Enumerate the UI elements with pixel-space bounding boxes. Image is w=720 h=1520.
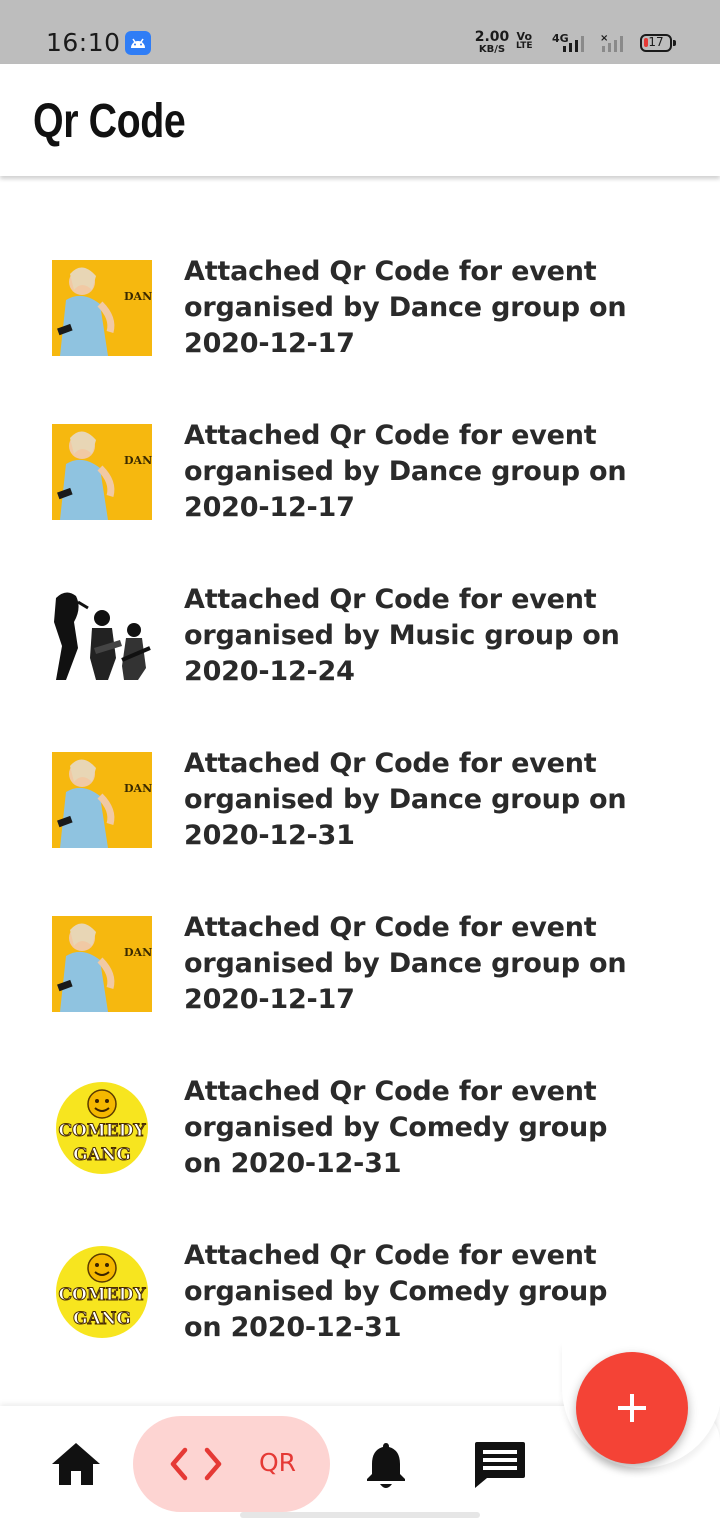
network-speed: 2.00 KB/S bbox=[474, 30, 510, 55]
bell-icon bbox=[367, 1443, 405, 1488]
list-item-text: Attached Qr Code for event organised by … bbox=[184, 1076, 608, 1179]
list-item-text: Attached Qr Code for event organised by … bbox=[184, 584, 620, 687]
qr-code-list[interactable]: DAN TE NAM Attached Qr Code for event or… bbox=[0, 176, 720, 1406]
music-band-thumbnail bbox=[52, 588, 152, 684]
network-speed-value: 2.00 bbox=[474, 29, 510, 45]
dance-poster-text: DAN TE NAM bbox=[124, 782, 152, 795]
list-item[interactable]: COMEDY GANG Attached Qr Code for event o… bbox=[0, 1068, 720, 1232]
list-item[interactable]: DAN TE NAM Attached Qr Code for event or… bbox=[0, 412, 720, 576]
comedy-gang-thumbnail: COMEDY GANG bbox=[52, 1080, 152, 1176]
battery-icon: 17 bbox=[640, 34, 676, 52]
dance-poster-text: DAN TE NAM bbox=[124, 454, 152, 467]
list-item-text: Attached Qr Code for event organised by … bbox=[184, 912, 627, 1015]
comedy-gang-thumbnail: COMEDY GANG bbox=[52, 1244, 152, 1340]
network-type-label: 4G bbox=[552, 32, 569, 45]
comedy-logo-text-bottom: GANG bbox=[73, 1309, 131, 1329]
comedy-logo-text-bottom: GANG bbox=[73, 1145, 131, 1165]
page-title: Qr Code bbox=[33, 95, 186, 148]
gesture-bar[interactable] bbox=[240, 1512, 480, 1518]
nav-qr-button[interactable]: QR bbox=[133, 1416, 330, 1512]
comedy-logo-text-top: COMEDY bbox=[59, 1121, 147, 1141]
android-notification-icon bbox=[125, 31, 151, 55]
nav-qr-label: QR bbox=[259, 1448, 297, 1477]
signal-no-service-icon: × bbox=[600, 32, 630, 59]
list-item-text: Attached Qr Code for event organised by … bbox=[184, 1240, 608, 1343]
list-item[interactable]: Attached Qr Code for event organised by … bbox=[0, 576, 720, 740]
battery-tip bbox=[673, 40, 676, 46]
add-button[interactable] bbox=[576, 1352, 688, 1464]
battery-fill bbox=[644, 38, 648, 47]
plus-icon bbox=[618, 1394, 646, 1422]
app-bar: Qr Code bbox=[0, 64, 720, 176]
network-speed-unit: KB/S bbox=[478, 44, 506, 55]
signal-strength-icon: 4G bbox=[552, 32, 592, 59]
dance-poster-thumbnail: DAN TE NAM bbox=[52, 916, 152, 1012]
list-item-text: Attached Qr Code for event organised by … bbox=[184, 256, 627, 359]
code-icon bbox=[169, 1446, 223, 1487]
list-item[interactable]: DAN TE NAM Attached Qr Code for event or… bbox=[0, 248, 720, 412]
chat-icon bbox=[475, 1442, 525, 1488]
list-item-text: Attached Qr Code for event organised by … bbox=[184, 748, 627, 851]
list-item[interactable]: DAN TE NAM Attached Qr Code for event or… bbox=[0, 740, 720, 904]
dance-poster-thumbnail: DAN TE NAM bbox=[52, 424, 152, 520]
dance-poster-thumbnail: DAN TE NAM bbox=[52, 260, 152, 356]
dance-poster-text: DAN TE NAM bbox=[124, 290, 152, 303]
status-time: 16:10 bbox=[46, 28, 121, 57]
nav-messages-button[interactable] bbox=[473, 1440, 527, 1495]
battery-level: 17 bbox=[648, 35, 664, 49]
dance-poster-thumbnail: DAN TE NAM bbox=[52, 752, 152, 848]
home-icon bbox=[52, 1443, 100, 1485]
nav-home-button[interactable] bbox=[50, 1440, 102, 1488]
status-bar: 16:10 2.00 KB/S Vo LTE 4G × 17 bbox=[0, 0, 720, 64]
svg-text:×: × bbox=[600, 33, 608, 44]
volte-indicator: Vo LTE bbox=[516, 31, 533, 51]
list-item[interactable]: DAN TE NAM Attached Qr Code for event or… bbox=[0, 904, 720, 1068]
dance-poster-text: DAN TE NAM bbox=[124, 946, 152, 959]
volte-bottom: LTE bbox=[516, 41, 533, 51]
list-item-text: Attached Qr Code for event organised by … bbox=[184, 420, 627, 523]
comedy-logo-text-top: COMEDY bbox=[59, 1285, 147, 1305]
nav-notifications-button[interactable] bbox=[364, 1440, 408, 1495]
